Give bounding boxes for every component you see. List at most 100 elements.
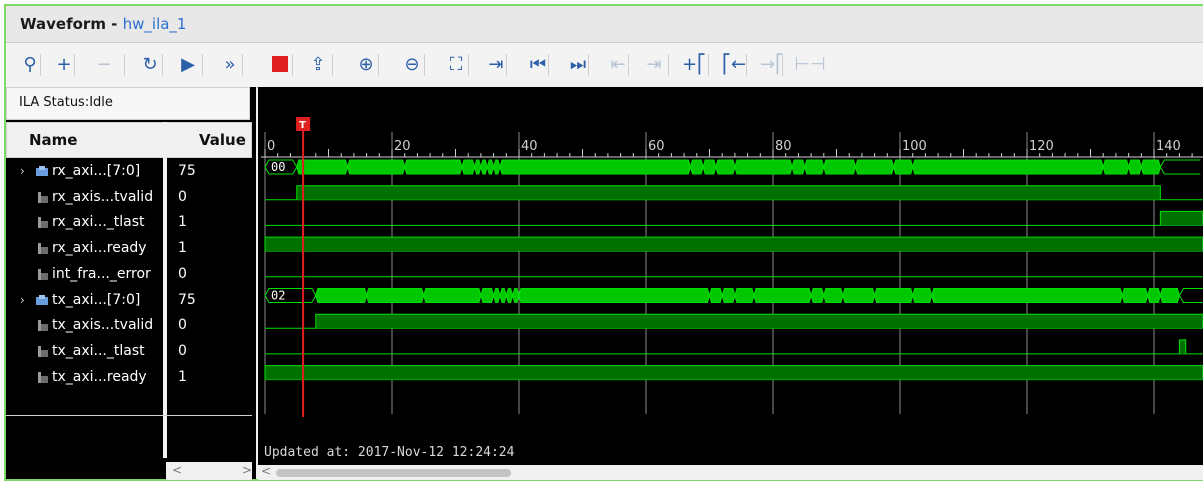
timeline-tick-label: 100	[902, 139, 927, 154]
bus-value-segment	[804, 159, 825, 175]
signal-row[interactable]: › tx_axi...[7:0]	[6, 289, 164, 314]
minus-icon[interactable]: −	[92, 52, 116, 76]
signal-value: 0	[178, 265, 187, 282]
bus-value-segment	[842, 288, 876, 303]
signal-row[interactable]: int_fra..._error	[6, 263, 164, 288]
timeline-tick-label: 80	[775, 139, 792, 154]
signal-value: 0	[178, 317, 187, 334]
scroll-left-arrow[interactable]: <	[172, 463, 182, 477]
run-trigger-icon[interactable]: ▶	[176, 52, 200, 76]
zoom-out-icon[interactable]: ⊖	[400, 52, 424, 76]
name-column-header[interactable]: Name	[6, 122, 164, 158]
add-marker-icon[interactable]: +⎡	[682, 52, 706, 76]
wire-signal-icon	[36, 371, 49, 384]
bus-value-segment	[874, 288, 914, 303]
wire-high-fill	[265, 237, 1203, 252]
wave-scroll-left-arrow[interactable]: <	[261, 464, 271, 478]
bus-value-segment	[855, 159, 895, 175]
signal-row[interactable]: rx_axi..._tlast	[6, 211, 164, 236]
toolbar-separator	[74, 54, 75, 76]
plus-icon[interactable]: +	[52, 52, 76, 76]
bus-value-segment	[499, 159, 691, 175]
scroll-right-arrow[interactable]: >	[242, 463, 252, 477]
bus-value-segment	[518, 288, 711, 303]
signal-value: 0	[178, 188, 187, 205]
bus-value-segment	[461, 159, 476, 175]
bus-value-segment	[423, 288, 482, 303]
bus-start-value: 00	[271, 160, 285, 174]
go-to-end-icon[interactable]: ⏭	[566, 52, 590, 76]
signal-row[interactable]: tx_axis...tvalid	[6, 314, 164, 339]
value-column-header[interactable]: Value	[166, 122, 252, 158]
swap-cursors-icon[interactable]: ⊢⊣	[794, 52, 825, 76]
signal-row[interactable]: tx_axi...ready	[6, 366, 164, 391]
previous-transition-icon[interactable]: ⇤	[606, 52, 630, 76]
toolbar-separator	[708, 54, 709, 76]
bus-value-segment	[1121, 288, 1149, 303]
value-column-scrollbar[interactable]: < >	[166, 462, 252, 480]
timeline-tick-label: 40	[521, 139, 538, 154]
signal-row[interactable]: rx_axi...ready	[6, 237, 164, 262]
expand-chevron-icon[interactable]: ›	[20, 164, 25, 178]
signal-value: 75	[178, 163, 196, 179]
timeline-tick-label: 20	[394, 139, 411, 154]
signal-value: 0	[178, 342, 187, 359]
bus-value-segment	[1159, 159, 1201, 175]
wire-signal-icon	[36, 345, 49, 358]
wire-high-fill	[1179, 339, 1186, 354]
signal-value: 75	[178, 291, 196, 308]
signal-value: 1	[178, 214, 187, 231]
signal-value: 1	[178, 368, 187, 385]
ila-status: ILA Status:Idle	[6, 87, 250, 120]
bus-value-segment	[493, 288, 501, 303]
column-divider[interactable]	[163, 122, 167, 458]
bus-value-segment	[715, 159, 736, 175]
bus-value-segment	[480, 288, 495, 303]
bus-value-segment	[791, 159, 806, 175]
bus-value-segment	[499, 288, 507, 303]
toolbar-separator	[40, 54, 41, 76]
next-transition-icon[interactable]: ⇥	[642, 52, 666, 76]
wire-high-fill	[265, 365, 1203, 380]
signal-row[interactable]: tx_axi..._tlast	[6, 340, 164, 365]
bus-start-value: 02	[271, 289, 285, 303]
toolbar-separator	[588, 54, 589, 76]
go-to-start-icon[interactable]: ⏮	[526, 52, 550, 76]
zoom-in-icon[interactable]: ⊕	[354, 52, 378, 76]
run-immediate-icon[interactable]: »	[218, 52, 242, 76]
bus-value-segment	[912, 288, 933, 303]
signal-row[interactable]: › rx_axi...[7:0]	[6, 160, 164, 185]
window-title: Waveform - hw_ila_1	[20, 15, 187, 33]
waveform-viewer[interactable]: 0 20 40 60 80 100 120 140 00 02 T	[258, 87, 1203, 465]
bus-value-segment	[1147, 288, 1161, 303]
waveform-canvas[interactable]: 0 20 40 60 80 100 120 140 00 02 T	[258, 87, 1203, 465]
timeline-tick-label: 120	[1029, 139, 1054, 154]
stop-icon[interactable]	[268, 52, 292, 76]
toolbar-separator	[628, 54, 629, 76]
signal-name: tx_axi...[7:0]	[52, 291, 141, 308]
trigger-marker-label: T	[299, 120, 306, 131]
next-marker-icon[interactable]: →⎡	[760, 52, 784, 76]
bus-value-segment	[912, 159, 1104, 175]
signal-name: tx_axis...tvalid	[52, 317, 154, 334]
export-icon[interactable]: ⇪	[306, 52, 330, 76]
toolbar-separator	[468, 54, 469, 76]
expand-chevron-icon[interactable]: ›	[20, 293, 25, 307]
previous-marker-icon[interactable]: ⎡←	[722, 52, 746, 76]
signal-row[interactable]: rx_axis...tvalid	[6, 186, 164, 211]
search-icon[interactable]: ⚲	[18, 52, 42, 76]
zoom-fit-icon[interactable]: ⛶	[444, 52, 468, 76]
title-bar: Waveform - hw_ila_1	[6, 6, 1203, 43]
bus-value-segment	[474, 159, 482, 175]
scrollbar-thumb[interactable]	[276, 469, 511, 477]
signal-value: 1	[178, 240, 187, 257]
toolbar-separator	[548, 54, 549, 76]
bus-value-segment	[366, 288, 425, 303]
wire-high-fill	[296, 185, 1161, 200]
go-to-cursor-icon[interactable]: ⇥	[484, 52, 508, 76]
toolbar-separator	[782, 54, 783, 76]
waveform-horizontal-scrollbar[interactable]: <	[258, 464, 1203, 480]
auto-retrigger-icon[interactable]: ↻	[138, 52, 162, 76]
bus-value-segment	[810, 288, 825, 303]
signal-name: int_fra..._error	[52, 265, 151, 282]
